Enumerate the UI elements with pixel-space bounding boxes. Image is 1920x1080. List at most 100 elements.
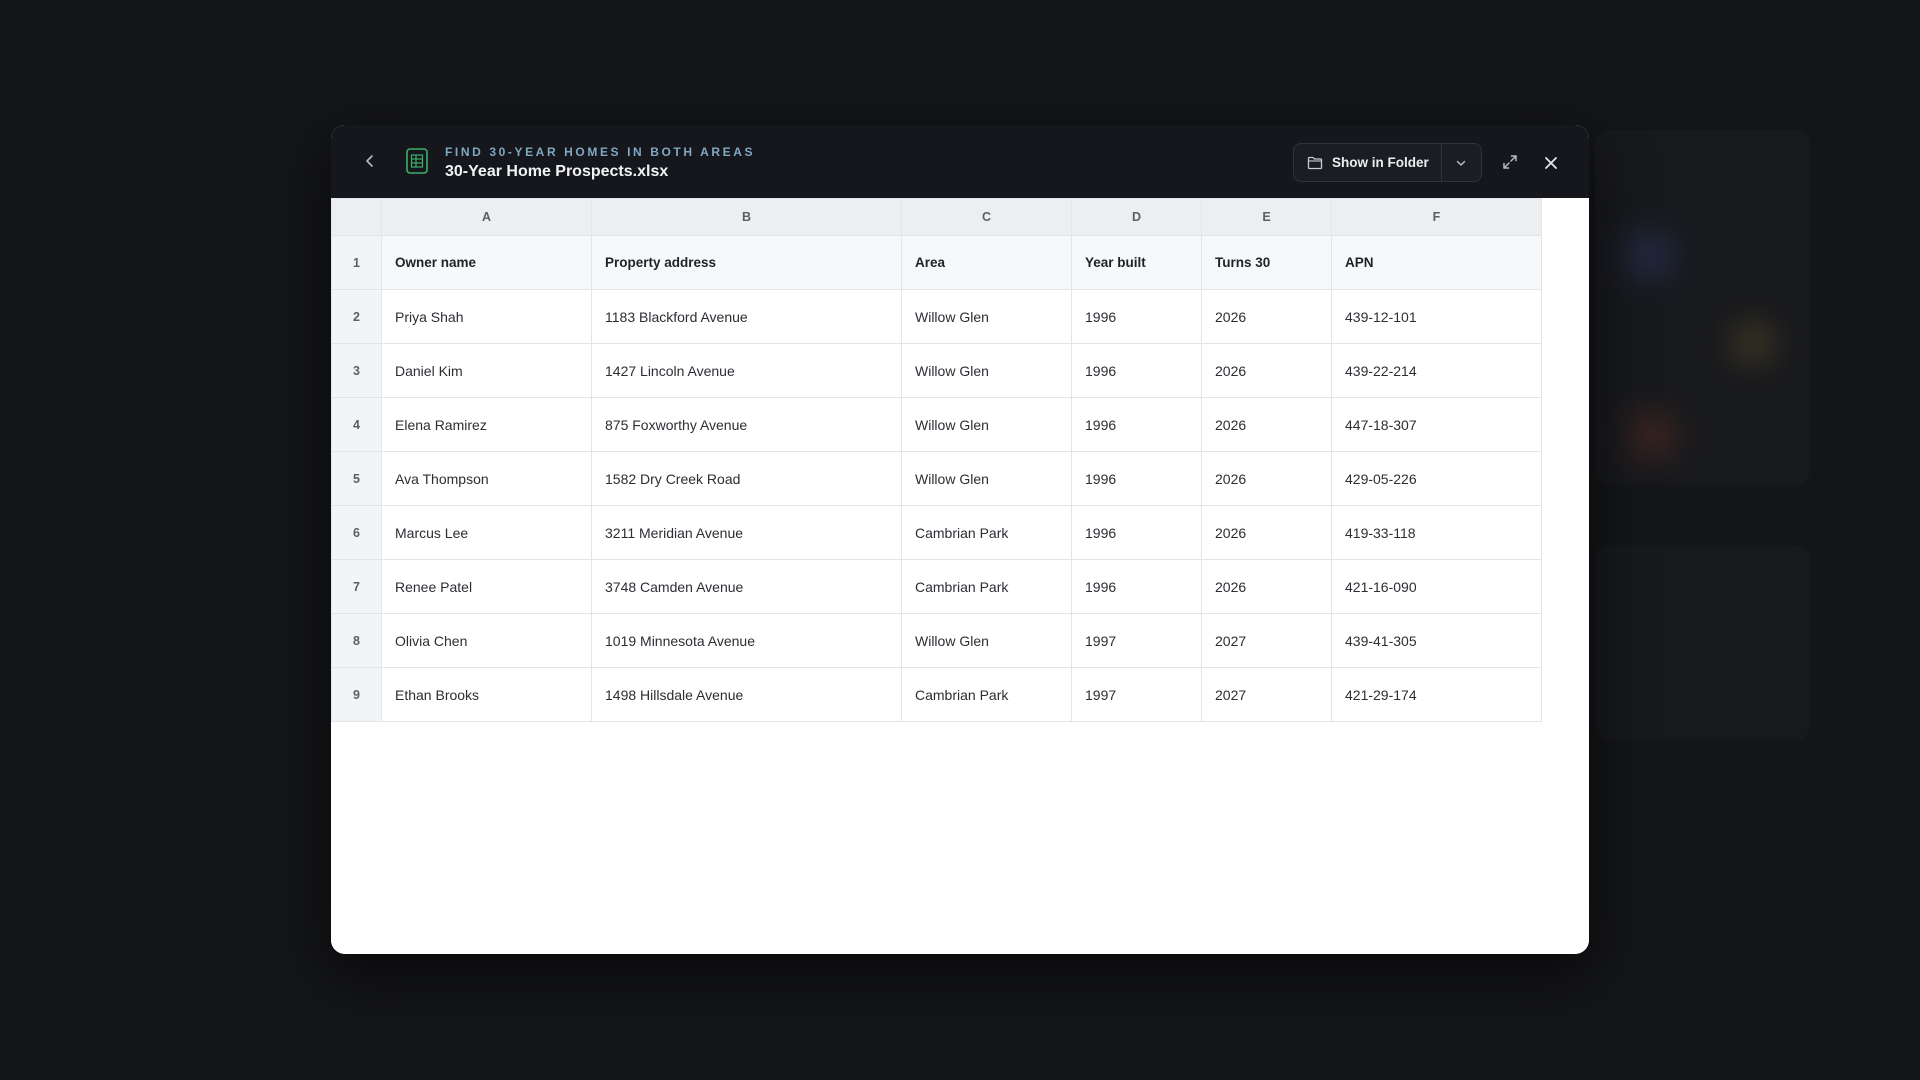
close-icon [1545, 157, 1557, 169]
cell[interactable]: 1996 [1071, 397, 1202, 452]
cell[interactable]: Renee Patel [381, 559, 592, 614]
cell[interactable]: 2026 [1201, 505, 1332, 560]
cell[interactable]: 1427 Lincoln Avenue [591, 343, 902, 398]
chevron-down-icon [1457, 160, 1466, 166]
row-number[interactable]: 1 [331, 235, 382, 290]
cell[interactable]: Cambrian Park [901, 559, 1072, 614]
cell[interactable]: Cambrian Park [901, 667, 1072, 722]
row-number[interactable]: 6 [331, 505, 382, 560]
row-number[interactable]: 3 [331, 343, 382, 398]
cell[interactable]: 2026 [1201, 559, 1332, 614]
modal-header: FIND 30-YEAR HOMES IN BOTH AREAS 30-Year… [331, 125, 1589, 199]
corner-cell[interactable] [331, 198, 382, 236]
cell[interactable]: 2026 [1201, 343, 1332, 398]
cell[interactable]: 1996 [1071, 343, 1202, 398]
column-header[interactable]: C [901, 198, 1072, 236]
cell[interactable]: 2027 [1201, 667, 1332, 722]
folder-icon [1307, 156, 1323, 169]
cell[interactable]: Ethan Brooks [381, 667, 592, 722]
cell[interactable]: 2026 [1201, 397, 1332, 452]
cell[interactable]: 1183 Blackford Avenue [591, 289, 902, 344]
cell[interactable]: Area [901, 235, 1072, 290]
cell[interactable]: 2027 [1201, 613, 1332, 668]
cell[interactable]: 2026 [1201, 289, 1332, 344]
cell[interactable]: 1996 [1071, 505, 1202, 560]
file-name: 30-Year Home Prospects.xlsx [445, 163, 669, 180]
cell[interactable]: Willow Glen [901, 451, 1072, 506]
table-row: 9 Ethan Brooks 1498 Hillsdale Avenue Cambri… [331, 667, 1542, 722]
task-title: FIND 30-YEAR HOMES IN BOTH AREAS [445, 145, 756, 159]
back-button[interactable] [358, 149, 382, 173]
table-row: 8 Olivia Chen 1019 Minnesota Avenue Willow … [331, 613, 1542, 668]
cell[interactable]: 1997 [1071, 613, 1202, 668]
column-header[interactable]: A [381, 198, 592, 236]
background-blur [1632, 415, 1672, 455]
cell[interactable]: 1582 Dry Creek Road [591, 451, 902, 506]
row-number[interactable]: 7 [331, 559, 382, 614]
cell[interactable]: Elena Ramirez [381, 397, 592, 452]
cell[interactable]: 3748 Camden Avenue [591, 559, 902, 614]
cell[interactable]: 421-16-090 [1331, 559, 1542, 614]
cell[interactable]: 3211 Meridian Avenue [591, 505, 902, 560]
cell[interactable]: 421-29-174 [1331, 667, 1542, 722]
cell[interactable]: APN [1331, 235, 1542, 290]
table-row: 6 Marcus Lee 3211 Meridian Avenue Cambrian … [331, 505, 1542, 560]
column-header-row: A B C D E F [331, 198, 1542, 236]
cell[interactable]: Ava Thompson [381, 451, 592, 506]
cell[interactable]: Willow Glen [901, 343, 1072, 398]
table-row: 7 Renee Patel 3748 Camden Avenue Cambrian P… [331, 559, 1542, 614]
cell[interactable]: 1019 Minnesota Avenue [591, 613, 902, 668]
cell[interactable]: Willow Glen [901, 613, 1072, 668]
table-row: 2 Priya Shah 1183 Blackford Avenue Willow G… [331, 289, 1542, 344]
cell[interactable]: Year built [1071, 235, 1202, 290]
close-button[interactable] [1538, 150, 1564, 176]
expand-button[interactable] [1497, 149, 1523, 175]
show-in-folder-label: Show in Folder [1332, 155, 1429, 170]
cell[interactable]: Priya Shah [381, 289, 592, 344]
cell[interactable]: 1996 [1071, 559, 1202, 614]
column-header[interactable]: D [1071, 198, 1202, 236]
cell[interactable]: Cambrian Park [901, 505, 1072, 560]
cell[interactable]: Daniel Kim [381, 343, 592, 398]
header-data-row: 1 Owner name Property address Area Year buil… [331, 235, 1542, 290]
folder-options-dropdown[interactable] [1442, 144, 1481, 181]
cell[interactable]: 447-18-307 [1331, 397, 1542, 452]
cell[interactable]: Marcus Lee [381, 505, 592, 560]
background-blur [1630, 235, 1670, 275]
cell[interactable]: 419-33-118 [1331, 505, 1542, 560]
cell[interactable]: 1996 [1071, 451, 1202, 506]
background-blur [1735, 325, 1771, 361]
cell[interactable]: 1997 [1071, 667, 1202, 722]
spreadsheet-view: A B C D E F 1 Owner name Property address A… [331, 198, 1589, 954]
row-number[interactable]: 4 [331, 397, 382, 452]
cell[interactable]: Olivia Chen [381, 613, 592, 668]
expand-icon [1503, 155, 1517, 169]
cell[interactable]: 439-12-101 [1331, 289, 1542, 344]
table-row: 5 Ava Thompson 1582 Dry Creek Road Willow G… [331, 451, 1542, 506]
cell[interactable]: Willow Glen [901, 397, 1072, 452]
column-header[interactable]: E [1201, 198, 1332, 236]
cell[interactable]: 1498 Hillsdale Avenue [591, 667, 902, 722]
cell[interactable]: Owner name [381, 235, 592, 290]
row-number[interactable]: 2 [331, 289, 382, 344]
show-in-folder-button[interactable]: Show in Folder [1294, 144, 1442, 181]
row-number[interactable]: 5 [331, 451, 382, 506]
row-number[interactable]: 9 [331, 667, 382, 722]
cell[interactable]: Turns 30 [1201, 235, 1332, 290]
show-in-folder-group: Show in Folder [1293, 143, 1482, 182]
cell[interactable]: 1996 [1071, 289, 1202, 344]
cell[interactable]: 439-22-214 [1331, 343, 1542, 398]
background-panel [1595, 545, 1810, 740]
background-panel [1595, 130, 1810, 485]
cell[interactable]: 439-41-305 [1331, 613, 1542, 668]
column-header[interactable]: B [591, 198, 902, 236]
cell[interactable]: Willow Glen [901, 289, 1072, 344]
column-header[interactable]: F [1331, 198, 1542, 236]
row-number[interactable]: 8 [331, 613, 382, 668]
spreadsheet-grid: A B C D E F 1 Owner name Property address A… [331, 198, 1542, 722]
cell[interactable]: 2026 [1201, 451, 1332, 506]
cell[interactable]: 875 Foxworthy Avenue [591, 397, 902, 452]
cell[interactable]: 429-05-226 [1331, 451, 1542, 506]
spreadsheet-icon [405, 147, 429, 175]
cell[interactable]: Property address [591, 235, 902, 290]
